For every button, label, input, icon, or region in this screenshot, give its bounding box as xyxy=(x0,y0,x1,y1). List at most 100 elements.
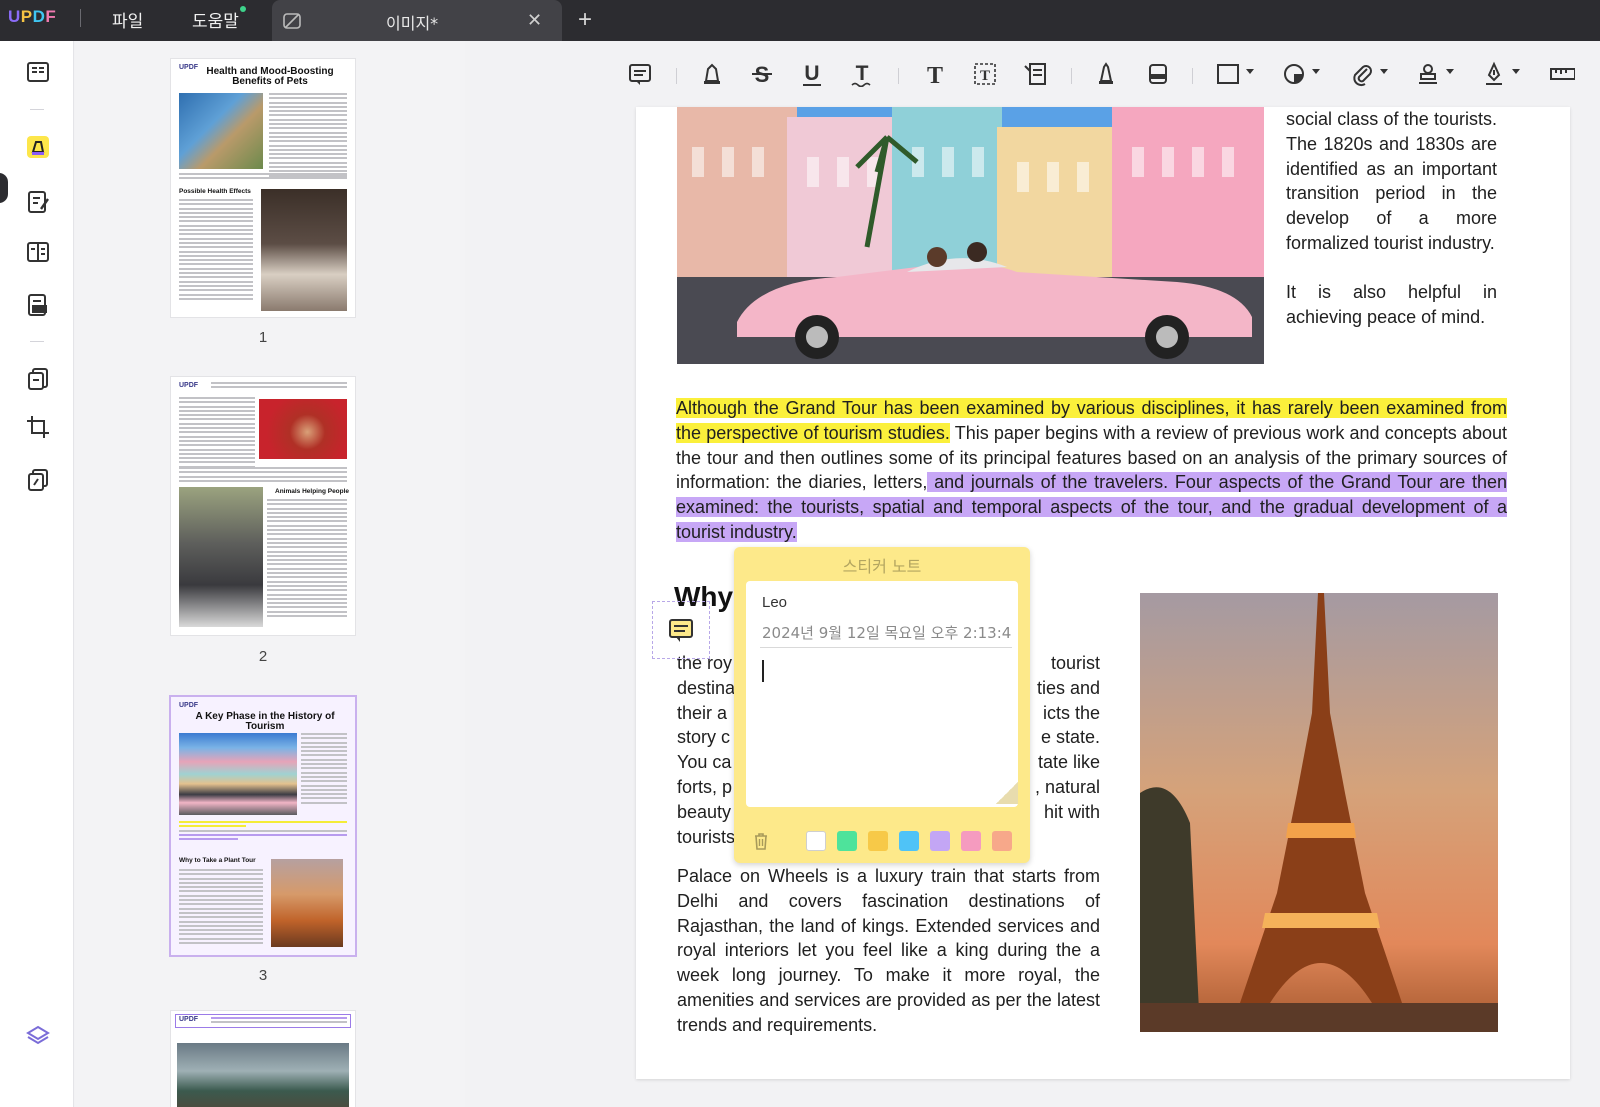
thumb-image-puppy xyxy=(259,399,347,459)
text-callout-icon[interactable] xyxy=(1019,57,1051,91)
toolbar-separator xyxy=(1192,68,1193,84)
note-divider xyxy=(760,647,1012,648)
text-cursor xyxy=(762,660,764,682)
organize-icon[interactable] xyxy=(22,289,54,321)
new-tab-icon[interactable]: + xyxy=(578,6,592,34)
menu-help[interactable]: 도움말 xyxy=(192,7,239,32)
comment-icon[interactable] xyxy=(22,131,54,163)
thumb-image-cat xyxy=(179,487,263,627)
thumb-title: A Key Phase in the History of Tourism xyxy=(195,711,335,732)
thumb-logo: UPDF xyxy=(179,702,199,709)
side-paragraph-2: It is also helpful in achieving peace of… xyxy=(1286,282,1497,327)
form-icon[interactable] xyxy=(22,236,54,268)
thumb-text-block xyxy=(269,93,347,179)
havana-photo[interactable] xyxy=(677,107,1264,364)
thumb-text-block xyxy=(179,199,253,302)
signature-icon[interactable] xyxy=(1478,57,1520,91)
thumb-text-block xyxy=(179,467,347,484)
thumb-text-block xyxy=(211,382,347,391)
text-icon[interactable]: T xyxy=(919,57,951,91)
layers-icon[interactable] xyxy=(22,1020,54,1052)
toolbar-separator xyxy=(898,68,899,84)
sticky-note-title: 스티커 노트 xyxy=(842,557,922,576)
pen-off-icon xyxy=(283,13,301,29)
document-tab[interactable]: 이미지* ✕ xyxy=(272,0,562,41)
title-separator xyxy=(80,9,81,27)
color-swatch-green[interactable] xyxy=(837,831,857,851)
thumb-subheading: Animals Helping People xyxy=(275,488,350,495)
thumb-subheading: Why to Take a Plant Tour xyxy=(179,857,256,864)
color-swatch-white[interactable] xyxy=(806,831,826,851)
text-line: tate like xyxy=(1037,752,1100,773)
textbox-icon[interactable]: T xyxy=(969,57,1001,91)
pencil-icon[interactable] xyxy=(1090,57,1122,91)
color-picker-icon[interactable] xyxy=(1278,57,1320,91)
thumb-image-cat xyxy=(179,93,263,169)
text-line: icts the xyxy=(1042,702,1100,723)
text-line: hit with xyxy=(1043,801,1100,822)
reader-icon[interactable] xyxy=(22,56,54,88)
color-swatch-orange[interactable] xyxy=(992,831,1012,851)
thumb-image-lake xyxy=(177,1043,349,1107)
sticky-note-body: Leo 2024년 9월 12일 목요일 오후 2:13:4 xyxy=(746,581,1018,807)
crop-icon[interactable] xyxy=(22,411,54,443)
sticky-note-icon[interactable] xyxy=(624,57,656,91)
toolbar-separator xyxy=(676,68,677,84)
svg-text:T: T xyxy=(927,63,943,87)
annotation-toolbar: S U T T T xyxy=(466,41,1600,107)
rail-separator xyxy=(30,341,44,342)
note-author: Leo xyxy=(762,594,788,611)
page-thumbnail-2[interactable]: UPDF Animals Helping People xyxy=(171,377,355,635)
rail-collapse-handle[interactable] xyxy=(0,173,8,203)
eiffel-photo[interactable] xyxy=(1140,593,1498,1032)
underline-icon[interactable]: U xyxy=(796,57,828,91)
havana-street-image xyxy=(677,107,1264,364)
side-paragraph: social class of the tourists. The 1820s … xyxy=(1286,109,1497,253)
page-thumbnail-1[interactable]: UPDF Health and Mood-Boosting Benefits o… xyxy=(171,59,355,317)
strikethrough-icon[interactable]: S xyxy=(746,57,778,91)
thumb-text-block xyxy=(179,821,347,842)
title-bar: UPDF 파일 도움말 이미지* ✕ + xyxy=(0,0,1600,41)
edit-icon[interactable] xyxy=(22,186,54,218)
thumb-text-block xyxy=(179,173,347,182)
thumb-image-dogs xyxy=(261,189,347,311)
shape-icon[interactable] xyxy=(1212,57,1254,91)
color-swatch-yellow[interactable] xyxy=(868,831,888,851)
color-swatch-blue[interactable] xyxy=(899,831,919,851)
text-line: e state. xyxy=(1040,727,1100,748)
sticky-note-anchor[interactable] xyxy=(652,601,710,659)
convert-icon[interactable] xyxy=(22,363,54,395)
note-timestamp: 2024년 9월 12일 목요일 오후 2:13:4 xyxy=(762,624,1012,642)
text-line: tourist xyxy=(1050,653,1100,673)
close-tab-icon[interactable]: ✕ xyxy=(527,10,542,31)
tab-title: 이미지* xyxy=(386,14,439,33)
color-swatch-pink[interactable] xyxy=(961,831,981,851)
color-swatch-purple[interactable] xyxy=(930,831,950,851)
page-thumbnail-4[interactable]: UPDF xyxy=(171,1011,355,1107)
menu-file[interactable]: 파일 xyxy=(112,7,143,32)
note-content-input[interactable] xyxy=(760,655,1008,795)
palace-on-wheels-paragraph: Palace on Wheels is a luxury train that … xyxy=(677,866,1100,1035)
thumb-title: Health and Mood-Boosting Benefits of Pet… xyxy=(206,66,334,87)
updf-logo: UPDF xyxy=(8,7,57,26)
page-thumbnail-3[interactable]: UPDF A Key Phase in the History of Touri… xyxy=(171,697,355,955)
sticky-note-icon xyxy=(669,619,693,642)
text-line: , natural xyxy=(1034,776,1100,797)
rail-separator xyxy=(30,109,44,110)
thumb-text-block xyxy=(179,397,255,470)
attachment-icon[interactable] xyxy=(1346,57,1388,91)
compress-icon[interactable] xyxy=(22,464,54,496)
eraser-icon[interactable] xyxy=(1142,57,1174,91)
thumb-text-block xyxy=(179,869,263,946)
highlight-icon[interactable] xyxy=(696,57,728,91)
squiggly-icon[interactable]: T xyxy=(846,57,878,91)
stamp-icon[interactable] xyxy=(1412,57,1454,91)
thumb-subheading: Possible Health Effects xyxy=(179,188,251,195)
thumb-text-block xyxy=(211,1017,347,1026)
ruler-icon[interactable] xyxy=(1546,57,1578,91)
svg-text:T: T xyxy=(980,68,990,84)
delete-note-icon[interactable] xyxy=(752,831,770,851)
grand-tour-paragraph: Although the Grand Tour has been examine… xyxy=(676,396,1507,545)
toolbar-separator xyxy=(1071,68,1072,84)
thumb-text-block xyxy=(301,733,347,806)
